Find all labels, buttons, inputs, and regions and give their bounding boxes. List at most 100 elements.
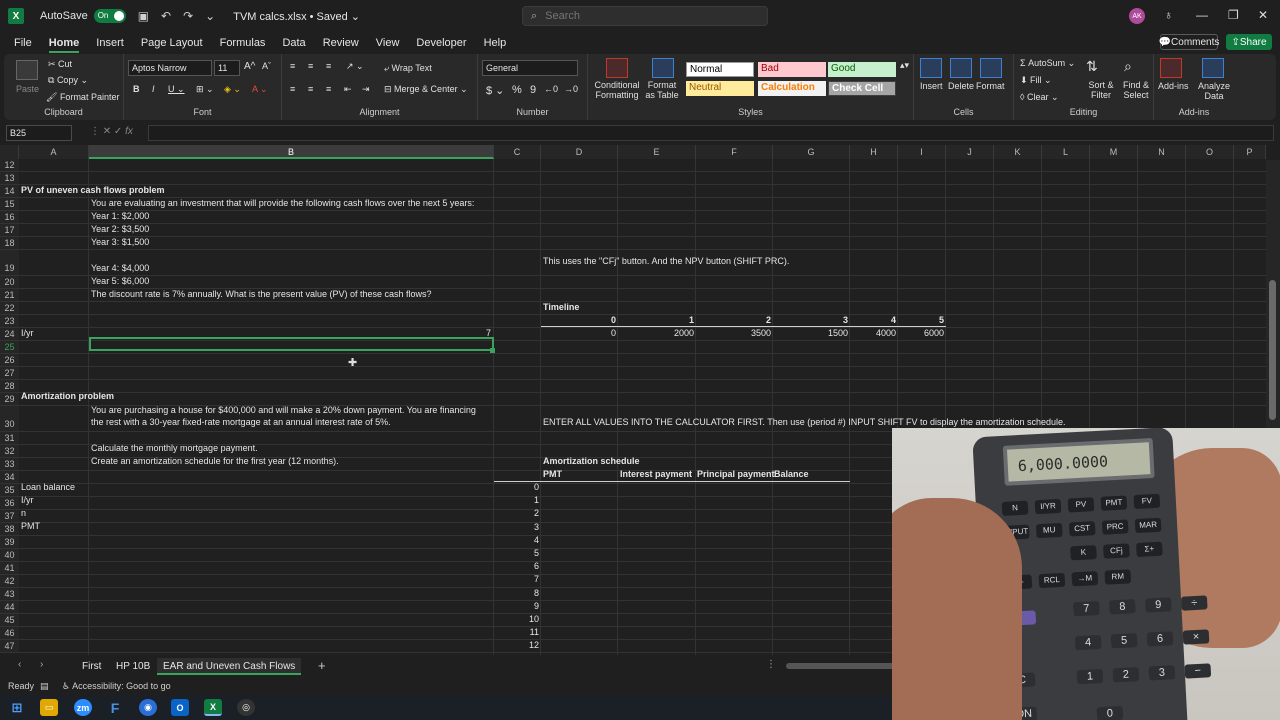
paste-button[interactable]: Paste <box>16 84 39 94</box>
search-input[interactable] <box>545 10 746 22</box>
col-header-j[interactable]: J <box>946 145 994 159</box>
period-cell[interactable]: 10 <box>494 613 539 626</box>
row-header-42[interactable]: 42 <box>0 575 19 588</box>
font-size-select[interactable]: 11 <box>214 60 240 76</box>
row-header-37[interactable]: 37 <box>0 510 19 523</box>
align-top-icon[interactable]: ≡ <box>290 61 295 71</box>
cell-g34[interactable]: Balance <box>774 468 809 481</box>
cashflow-3[interactable]: 1500 <box>773 327 848 340</box>
cell-d33[interactable]: Amortization schedule <box>543 455 640 468</box>
period-cell[interactable]: 1 <box>494 494 539 507</box>
increase-decimal-icon[interactable]: ←0 <box>544 84 558 94</box>
analyze-data-button[interactable]: Analyze Data <box>1198 81 1230 101</box>
customize-toolbar-icon[interactable]: ⌄ <box>205 9 215 23</box>
cell-d19[interactable]: This uses the "CFj" button. And the NPV … <box>543 255 789 268</box>
sheet-next-icon[interactable]: › <box>40 659 43 670</box>
row-header-33[interactable]: 33 <box>0 458 19 471</box>
merge-center-button[interactable]: ⊟ Merge & Center ⌄ <box>384 84 468 95</box>
vertical-scroll-thumb[interactable] <box>1269 280 1276 420</box>
cashflow-1[interactable]: 2000 <box>618 327 694 340</box>
cell-a37[interactable]: n <box>21 507 26 520</box>
align-center-icon[interactable]: ≡ <box>308 84 313 94</box>
align-middle-icon[interactable]: ≡ <box>308 61 313 71</box>
conditional-formatting-icon[interactable] <box>606 58 628 78</box>
col-header-a[interactable]: A <box>19 145 89 159</box>
row-header-41[interactable]: 41 <box>0 562 19 575</box>
col-header-g[interactable]: G <box>773 145 850 159</box>
fill-button[interactable]: ⬇ Fill ⌄ <box>1020 75 1052 86</box>
find-select-button[interactable]: Find & Select <box>1120 80 1152 100</box>
select-all-corner[interactable] <box>0 145 19 159</box>
col-header-k[interactable]: K <box>994 145 1042 159</box>
macro-record-icon[interactable]: ▤ <box>40 681 49 692</box>
row-header-20[interactable]: 20 <box>0 276 19 289</box>
row-header-14[interactable]: 14 <box>0 185 19 198</box>
cut-button[interactable]: ✂ Cut <box>48 59 72 70</box>
style-good[interactable]: Good <box>828 62 896 77</box>
cashflow-4[interactable]: 4000 <box>850 327 896 340</box>
currency-icon[interactable]: $ ⌄ <box>486 84 504 97</box>
sheet-tab-first[interactable]: First <box>76 658 107 675</box>
col-header-b[interactable]: B <box>89 145 494 159</box>
cell-b30-line2[interactable]: the rest with a 30-year fixed-rate mortg… <box>91 416 391 429</box>
row-header-39[interactable]: 39 <box>0 536 19 549</box>
sheet-options-icon[interactable]: ⋮ <box>766 659 776 670</box>
period-cell[interactable]: 4 <box>494 534 539 547</box>
addins-icon[interactable] <box>1160 58 1182 78</box>
add-sheet-icon[interactable]: + <box>318 658 326 673</box>
style-bad[interactable]: Bad <box>758 62 826 77</box>
col-header-p[interactable]: P <box>1234 145 1266 159</box>
redo-icon[interactable]: ↷ <box>183 9 193 23</box>
app-f-icon[interactable]: F <box>106 699 124 716</box>
maximize-icon[interactable]: ❐ <box>1228 8 1239 22</box>
cell-b21[interactable]: The discount rate is 7% annually. What i… <box>91 288 432 301</box>
tab-page-layout[interactable]: Page Layout <box>141 37 203 49</box>
cell-a36[interactable]: I/yr <box>21 494 34 507</box>
row-header-32[interactable]: 32 <box>0 445 19 458</box>
period-cell[interactable]: 0 <box>494 481 539 494</box>
sheet-tab-ear[interactable]: EAR and Uneven Cash Flows <box>157 658 302 675</box>
tab-review[interactable]: Review <box>323 37 359 49</box>
row-header-25[interactable]: 25 <box>0 341 19 354</box>
cashflow-0[interactable]: 0 <box>541 327 616 340</box>
cell-f34[interactable]: Principal payment <box>697 468 775 481</box>
font-grow-icon[interactable]: A^ <box>244 61 255 72</box>
row-header-31[interactable]: 31 <box>0 432 19 445</box>
font-shrink-icon[interactable]: Aˇ <box>262 61 271 71</box>
cell-b18[interactable]: Year 3: $1,500 <box>91 236 149 249</box>
align-bottom-icon[interactable]: ≡ <box>326 61 331 71</box>
comments-button[interactable]: 💬 Comments <box>1159 34 1219 50</box>
cell-a14[interactable]: PV of uneven cash flows problem <box>21 184 165 197</box>
cell-b16[interactable]: Year 1: $2,000 <box>91 210 149 223</box>
style-calculation[interactable]: Calculation <box>758 81 826 96</box>
format-as-table-button[interactable]: Format as Table <box>642 80 682 100</box>
tab-help[interactable]: Help <box>484 37 507 49</box>
cell-e34[interactable]: Interest payment <box>620 468 692 481</box>
align-right-icon[interactable]: ≡ <box>326 84 331 94</box>
cell-d22[interactable]: Timeline <box>543 301 579 314</box>
period-cell[interactable]: 6 <box>494 560 539 573</box>
period-cell[interactable]: 2 <box>494 507 539 520</box>
app-round-icon[interactable]: ◎ <box>237 699 255 716</box>
increase-indent-icon[interactable]: ⇥ <box>362 84 370 95</box>
row-header-36[interactable]: 36 <box>0 497 19 510</box>
bold-icon[interactable]: B <box>133 84 140 94</box>
cell-a29[interactable]: Amortization problem <box>21 390 114 403</box>
sheet-prev-icon[interactable]: ‹ <box>18 659 21 670</box>
row-header-35[interactable]: 35 <box>0 484 19 497</box>
borders-icon[interactable]: ⊞ ⌄ <box>196 84 214 95</box>
autosum-button[interactable]: Σ AutoSum ⌄ <box>1020 58 1075 69</box>
col-header-e[interactable]: E <box>618 145 696 159</box>
insert-cells-icon[interactable] <box>920 58 942 78</box>
row-header-47[interactable]: 47 <box>0 640 19 653</box>
format-cells-button[interactable]: Format <box>976 81 1005 91</box>
row-header-12[interactable]: 12 <box>0 159 19 172</box>
lightbulb-icon[interactable]: ♁ <box>1164 8 1173 22</box>
italic-icon[interactable]: I <box>152 84 155 94</box>
avatar[interactable]: AK <box>1129 8 1145 24</box>
col-header-o[interactable]: O <box>1186 145 1234 159</box>
autosave-toggle[interactable]: On <box>93 9 126 23</box>
windows-start-icon[interactable]: ⊞ <box>8 699 26 716</box>
insert-cells-button[interactable]: Insert <box>920 81 943 91</box>
search-box[interactable]: ⌕ <box>522 6 768 26</box>
